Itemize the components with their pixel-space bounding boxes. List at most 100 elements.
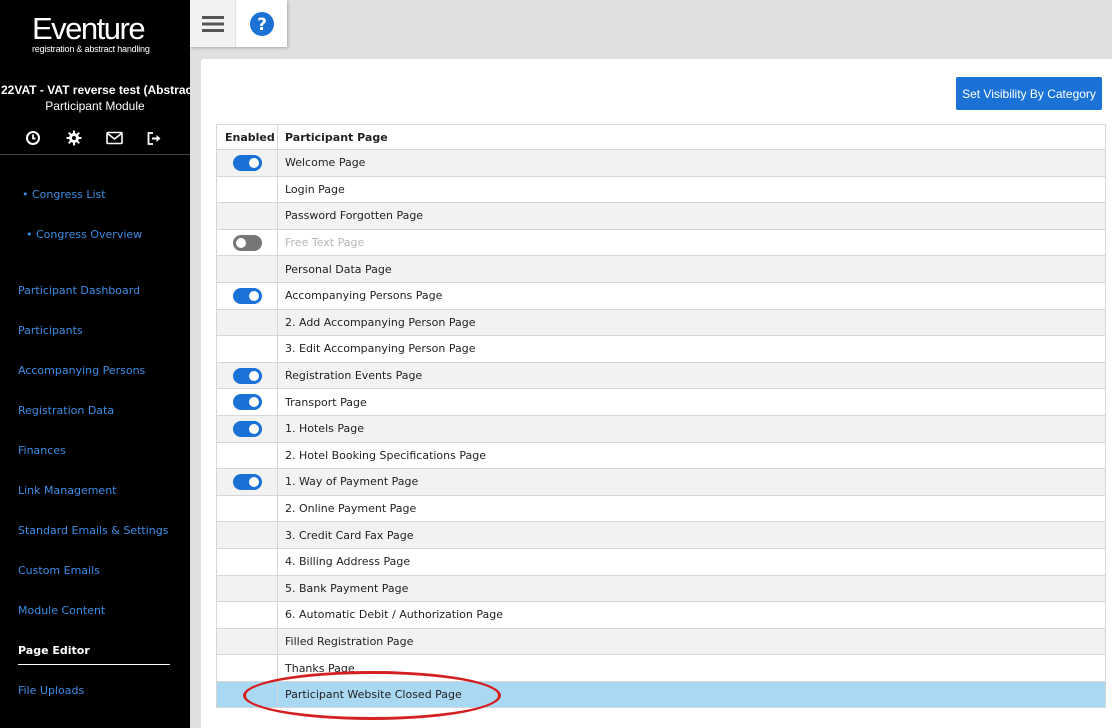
page-name-cell[interactable]: 5. Bank Payment Page — [277, 574, 1106, 603]
page-name-cell[interactable]: 3. Credit Card Fax Page — [277, 521, 1106, 549]
table-row[interactable]: Filled Registration Page — [216, 627, 1106, 656]
sidebar-item-link-management[interactable]: Link Management — [18, 484, 116, 497]
enabled-toggle[interactable] — [233, 154, 262, 171]
table-row[interactable]: Accompanying Persons Page — [216, 281, 1106, 310]
help-icon: ? — [250, 11, 274, 36]
sidebar-item-participant-dashboard[interactable]: Participant Dashboard — [18, 284, 140, 297]
table-row[interactable]: 4. Billing Address Page — [216, 547, 1106, 576]
hamburger-menu-button[interactable] — [190, 0, 236, 47]
table-row[interactable]: Registration Events Page — [216, 361, 1106, 390]
enabled-toggle[interactable] — [233, 394, 262, 411]
sidebar-item-congress-list[interactable]: • Congress List — [22, 188, 106, 201]
active-indicator — [18, 664, 170, 665]
sidebar-item-congress-overview[interactable]: • Congress Overview — [26, 228, 142, 241]
table-row[interactable]: Thanks Page — [216, 654, 1106, 682]
table-row[interactable]: Personal Data Page — [216, 255, 1106, 283]
table-row[interactable]: 1. Way of Payment Page — [216, 468, 1106, 496]
table-row[interactable]: 2. Online Payment Page — [216, 494, 1106, 523]
table-row[interactable]: 1. Hotels Page — [216, 414, 1106, 443]
enabled-cell — [216, 308, 278, 337]
page-name-cell[interactable]: 2. Hotel Booking Specifications Page — [277, 441, 1106, 470]
enabled-cell — [216, 680, 278, 709]
toggle-knob — [249, 370, 259, 381]
enabled-toggle[interactable] — [233, 473, 262, 490]
sidebar-item-accompanying-persons[interactable]: Accompanying Persons — [18, 364, 145, 377]
page-name-cell[interactable]: Transport Page — [277, 388, 1106, 416]
page-name-cell[interactable]: 1. Hotels Page — [277, 414, 1106, 443]
module-title: Participant Module — [45, 99, 145, 113]
page-name-cell[interactable]: Filled Registration Page — [277, 627, 1106, 656]
sidebar-icon-bar — [0, 129, 190, 147]
page-name-cell[interactable]: Thanks Page — [277, 654, 1106, 682]
page-name-cell[interactable]: 6. Automatic Debit / Authorization Page — [277, 601, 1106, 629]
sidebar-item-file-uploads[interactable]: File Uploads — [18, 684, 84, 697]
table-row[interactable]: 6. Automatic Debit / Authorization Page — [216, 601, 1106, 629]
enabled-toggle[interactable] — [233, 234, 262, 251]
enabled-toggle[interactable] — [233, 367, 262, 384]
page-name-cell[interactable]: 1. Way of Payment Page — [277, 468, 1106, 496]
page-name-cell[interactable]: 4. Billing Address Page — [277, 547, 1106, 576]
enabled-cell — [216, 281, 278, 310]
table-row[interactable]: 3. Credit Card Fax Page — [216, 521, 1106, 549]
page-name-cell[interactable]: Password Forgotten Page — [277, 202, 1106, 230]
page-name-cell[interactable]: 2. Add Accompanying Person Page — [277, 308, 1106, 337]
table-row[interactable]: Transport Page — [216, 388, 1106, 416]
enabled-cell — [216, 361, 278, 390]
set-visibility-by-category-button[interactable]: Set Visibility By Category — [956, 77, 1102, 110]
page-name-cell[interactable]: Registration Events Page — [277, 361, 1106, 390]
gear-icon[interactable] — [65, 129, 83, 147]
enabled-cell — [216, 202, 278, 230]
sidebar-item-registration-data[interactable]: Registration Data — [18, 404, 114, 417]
table-row[interactable]: 3. Edit Accompanying Person Page — [216, 335, 1106, 363]
logo[interactable]: Eventure registration & abstract handlin… — [32, 13, 162, 54]
enabled-toggle[interactable] — [233, 420, 262, 437]
table-row[interactable]: 2. Add Accompanying Person Page — [216, 308, 1106, 337]
logout-icon[interactable] — [145, 129, 163, 147]
enabled-cell — [216, 149, 278, 177]
congress-title: 22VAT - VAT reverse test (Abstract… — [1, 83, 190, 97]
sidebar-divider — [0, 154, 190, 155]
enabled-cell — [216, 414, 278, 443]
table-row[interactable]: Free Text Page — [216, 228, 1106, 257]
table-row[interactable]: Login Page — [216, 175, 1106, 204]
page-name-cell[interactable]: Accompanying Persons Page — [277, 281, 1106, 310]
table-row[interactable]: 2. Hotel Booking Specifications Page — [216, 441, 1106, 470]
page-column-header: Participant Page — [277, 124, 1106, 150]
page-name-cell[interactable]: Personal Data Page — [277, 255, 1106, 283]
sidebar-item-standard-emails[interactable]: Standard Emails & Settings — [18, 524, 168, 537]
page-name-cell[interactable]: Welcome Page — [277, 149, 1106, 177]
sidebar-item-custom-emails[interactable]: Custom Emails — [18, 564, 100, 577]
enabled-cell — [216, 601, 278, 629]
logo-tagline: registration & abstract handling — [32, 44, 150, 54]
toggle-knob — [249, 290, 259, 301]
enabled-cell — [216, 468, 278, 496]
sidebar-item-finances[interactable]: Finances — [18, 444, 66, 457]
sidebar-item-module-content[interactable]: Module Content — [18, 604, 105, 617]
enabled-cell — [216, 521, 278, 549]
toggle-knob — [249, 476, 259, 487]
page-name-cell[interactable]: 3. Edit Accompanying Person Page — [277, 335, 1106, 363]
sidebar-item-page-editor[interactable]: Page Editor — [18, 644, 90, 657]
enabled-cell — [216, 441, 278, 470]
sidebar-item-participants[interactable]: Participants — [18, 324, 83, 337]
toggle-knob — [249, 423, 259, 434]
table-row[interactable]: Participant Website Closed Page — [216, 680, 1106, 709]
table-row[interactable]: Welcome Page — [216, 149, 1106, 177]
enabled-cell — [216, 175, 278, 204]
enabled-column-header: Enabled — [216, 124, 278, 150]
page-name-cell[interactable]: 2. Online Payment Page — [277, 494, 1106, 523]
page-name-cell[interactable]: Participant Website Closed Page — [277, 680, 1106, 709]
participant-pages-table: Enabled Participant Page Welcome Page Log… — [216, 124, 1106, 709]
enabled-cell — [216, 627, 278, 656]
help-button[interactable]: ? — [237, 0, 287, 47]
table-row[interactable]: 5. Bank Payment Page — [216, 574, 1106, 603]
page-name-cell[interactable]: Login Page — [277, 175, 1106, 204]
enabled-cell — [216, 494, 278, 523]
enabled-cell — [216, 654, 278, 682]
toggle-knob — [236, 237, 246, 248]
page-name-cell[interactable]: Free Text Page — [277, 228, 1106, 257]
enabled-toggle[interactable] — [233, 287, 262, 304]
clock-icon[interactable] — [24, 129, 42, 147]
mail-icon[interactable] — [105, 129, 123, 147]
table-row[interactable]: Password Forgotten Page — [216, 202, 1106, 230]
